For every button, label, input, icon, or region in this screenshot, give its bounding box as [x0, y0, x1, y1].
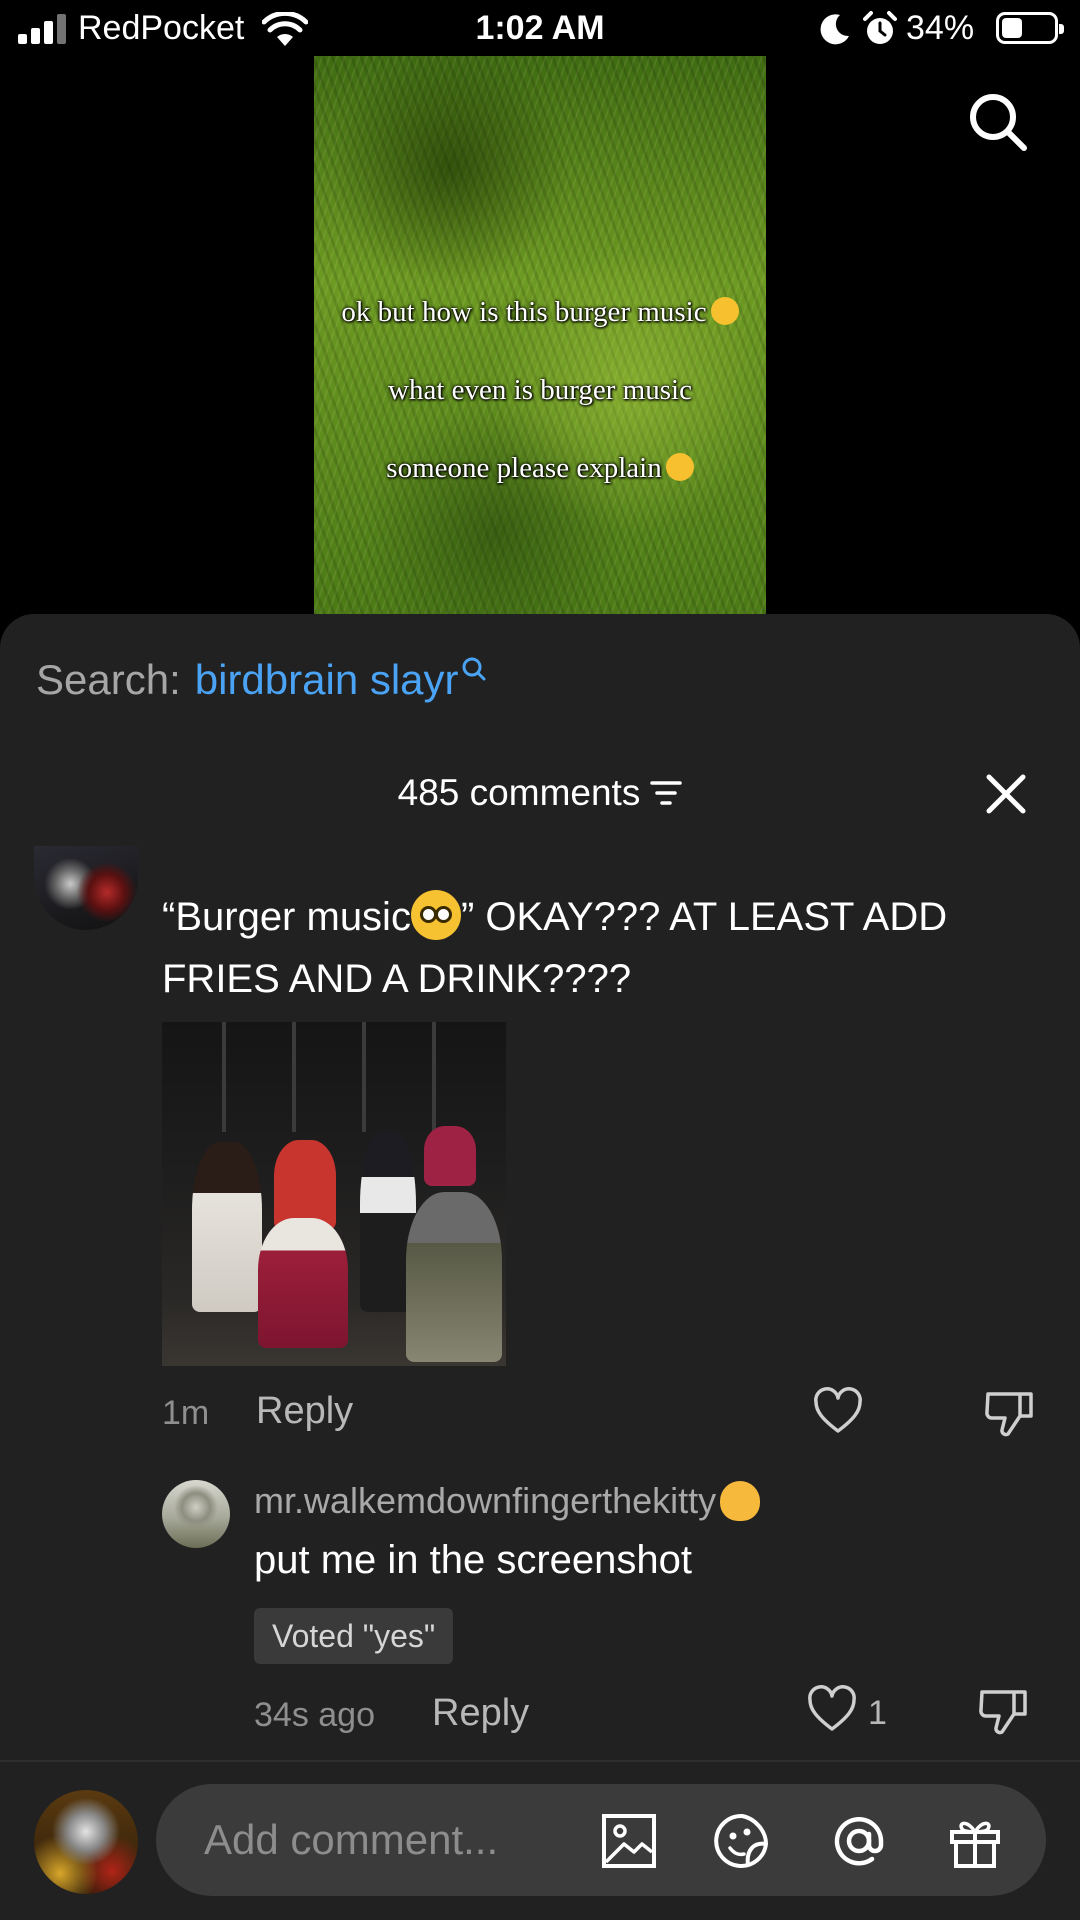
alarm-icon: [863, 11, 897, 44]
image-icon[interactable]: [600, 1812, 658, 1870]
search-suggestion[interactable]: Search: birdbrain slayr: [36, 656, 487, 704]
crying-emoji-icon: [665, 453, 694, 481]
status-bar: RedPocket 1:02 AM 34%: [0, 0, 1080, 56]
search-term-link[interactable]: birdbrain slayr: [195, 656, 459, 703]
dislike-icon[interactable]: [976, 1684, 1030, 1738]
search-label: Search:: [36, 656, 181, 703]
comments-count: 485 comments: [0, 772, 1080, 814]
reply-text: put me in the screenshot: [254, 1538, 693, 1582]
divider: [0, 1760, 1080, 1762]
close-icon[interactable]: [984, 772, 1028, 816]
gift-icon[interactable]: [946, 1812, 1004, 1870]
comment-text: “Burger music” OKAY??? AT LEAST ADD FRIE…: [162, 886, 1022, 1010]
reply-timestamp: 34s ago: [254, 1696, 375, 1734]
add-comment-input[interactable]: [204, 1810, 564, 1870]
search-small-icon: [462, 657, 486, 681]
flushed-emoji-icon: [410, 890, 461, 940]
cat-emoji-icon: [720, 1481, 761, 1521]
comment-composer: [156, 1784, 1046, 1896]
reply-username[interactable]: mr.walkemdownfingerthekitty: [254, 1480, 761, 1522]
sticker-icon[interactable]: [714, 1812, 772, 1870]
video-caption-3: someone please explain: [314, 452, 766, 485]
avatar[interactable]: [162, 1480, 230, 1548]
crying-emoji-icon: [710, 297, 739, 325]
sort-filter-icon[interactable]: [650, 779, 683, 807]
dislike-icon[interactable]: [982, 1386, 1036, 1440]
reply-button[interactable]: Reply: [432, 1692, 529, 1735]
comment-gif-image[interactable]: [162, 1022, 506, 1366]
video-caption-1: ok but how is this burger music: [314, 296, 766, 329]
comments-sheet: Search: birdbrain slayr 485 comments “Bur…: [0, 614, 1080, 1920]
video-caption-2: what even is burger music: [388, 374, 692, 406]
search-icon[interactable]: [966, 90, 1030, 154]
heart-icon[interactable]: [806, 1684, 858, 1736]
mention-icon[interactable]: [830, 1812, 888, 1870]
battery-percentage: 34%: [906, 9, 975, 47]
heart-icon[interactable]: [812, 1386, 864, 1438]
video-preview[interactable]: ok but how is this burger music what eve…: [314, 56, 766, 616]
reply-button[interactable]: Reply: [256, 1390, 353, 1433]
like-count: 1: [868, 1694, 887, 1732]
battery-icon: [996, 12, 1064, 44]
comment-timestamp: 1m: [162, 1394, 210, 1432]
current-user-avatar[interactable]: [34, 1790, 138, 1894]
vote-badge: Voted "yes": [254, 1608, 454, 1664]
do-not-disturb-icon: [820, 14, 849, 45]
avatar[interactable]: [34, 846, 138, 930]
